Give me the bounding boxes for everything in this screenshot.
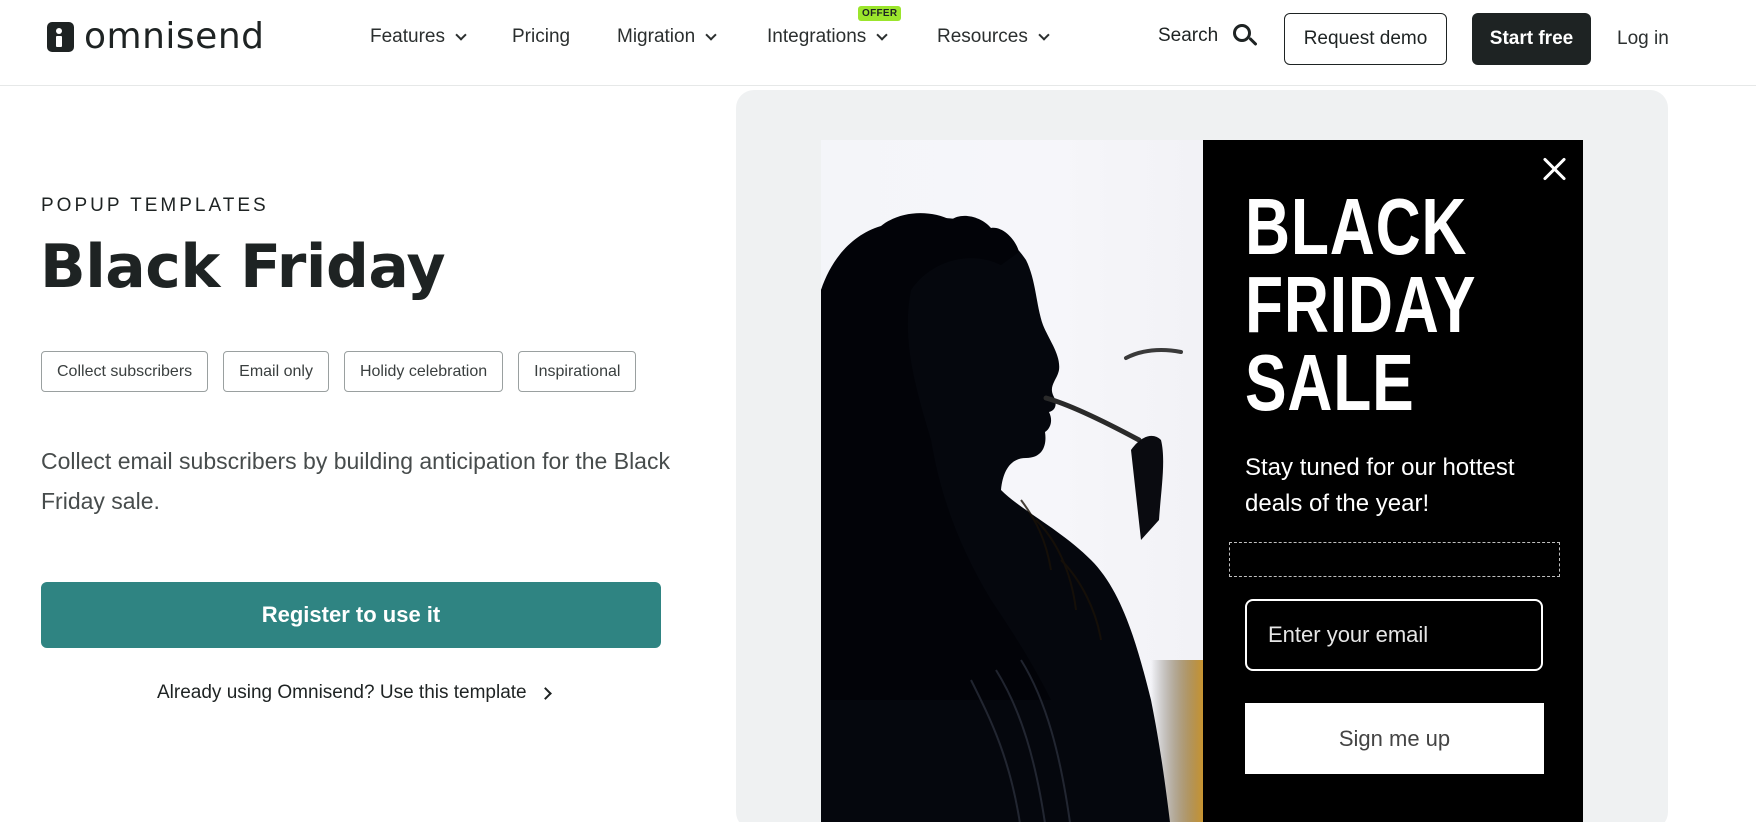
- popup-content: BLACK FRIDAY SALE Stay tuned for our hot…: [1203, 140, 1583, 822]
- offer-badge: OFFER: [858, 6, 902, 21]
- tag-inspirational[interactable]: Inspirational: [518, 351, 637, 392]
- close-icon[interactable]: [1541, 156, 1567, 182]
- popup-placeholder-block: [1229, 542, 1560, 577]
- site-header: omnisend Features Pricing Migration Inte…: [0, 0, 1756, 86]
- tag-collect-subscribers[interactable]: Collect subscribers: [41, 351, 209, 392]
- chevron-down-icon: [455, 28, 467, 41]
- use-template-label: Already using Omnisend? Use this templat…: [157, 682, 527, 703]
- chevron-right-icon: [538, 686, 552, 700]
- popup-headline-line2: FRIDAY: [1245, 260, 1477, 349]
- logo-icon: [47, 22, 74, 52]
- woman-silhouette-image: [821, 213, 1203, 822]
- eyebrow-label: POPUP TEMPLATES: [41, 195, 269, 216]
- popup-subtext: Stay tuned for our hottest deals of the …: [1245, 454, 1515, 517]
- nav-resources[interactable]: Resources: [937, 26, 1050, 48]
- search-button[interactable]: Search: [1158, 23, 1258, 49]
- nav-migration[interactable]: Migration: [617, 26, 717, 48]
- register-button[interactable]: Register to use it: [41, 582, 661, 648]
- page-title: Black Friday: [40, 232, 446, 302]
- template-description: Collect email subscribers by building an…: [41, 448, 670, 514]
- nav-features[interactable]: Features: [370, 26, 467, 48]
- logo[interactable]: omnisend: [47, 19, 264, 55]
- login-link[interactable]: Log in: [1617, 28, 1669, 50]
- popup-hero-image: [821, 140, 1203, 822]
- tag-list: Collect subscribers Email only Holidy ce…: [41, 351, 651, 392]
- nav-integrations[interactable]: Integrations: [767, 26, 888, 48]
- email-field[interactable]: [1245, 599, 1543, 671]
- use-template-link[interactable]: Already using Omnisend? Use this templat…: [157, 682, 552, 704]
- request-demo-button[interactable]: Request demo: [1284, 13, 1447, 65]
- nav-pricing-label: Pricing: [512, 26, 571, 47]
- nav-migration-label: Migration: [617, 26, 696, 47]
- sign-up-button[interactable]: Sign me up: [1245, 703, 1544, 774]
- nav-integrations-label: Integrations: [767, 26, 867, 47]
- popup-headline: BLACK FRIDAY SALE: [1245, 182, 1495, 427]
- start-free-button[interactable]: Start free: [1472, 13, 1591, 65]
- nav-features-label: Features: [370, 26, 445, 47]
- nav-resources-label: Resources: [937, 26, 1028, 47]
- chevron-down-icon: [876, 28, 888, 41]
- chevron-down-icon: [705, 28, 717, 41]
- popup-preview: BLACK FRIDAY SALE Stay tuned for our hot…: [821, 140, 1583, 822]
- tag-holiday-celebration[interactable]: Holidy celebration: [343, 351, 504, 392]
- search-label: Search: [1158, 25, 1219, 46]
- nav-pricing[interactable]: Pricing: [512, 26, 570, 48]
- popup-headline-line1: BLACK: [1245, 182, 1468, 271]
- popup-headline-line3: SALE: [1245, 338, 1415, 427]
- logo-text: omnisend: [84, 16, 265, 57]
- search-icon: [1232, 23, 1258, 49]
- tag-email-only[interactable]: Email only: [223, 351, 329, 392]
- chevron-down-icon: [1038, 28, 1050, 41]
